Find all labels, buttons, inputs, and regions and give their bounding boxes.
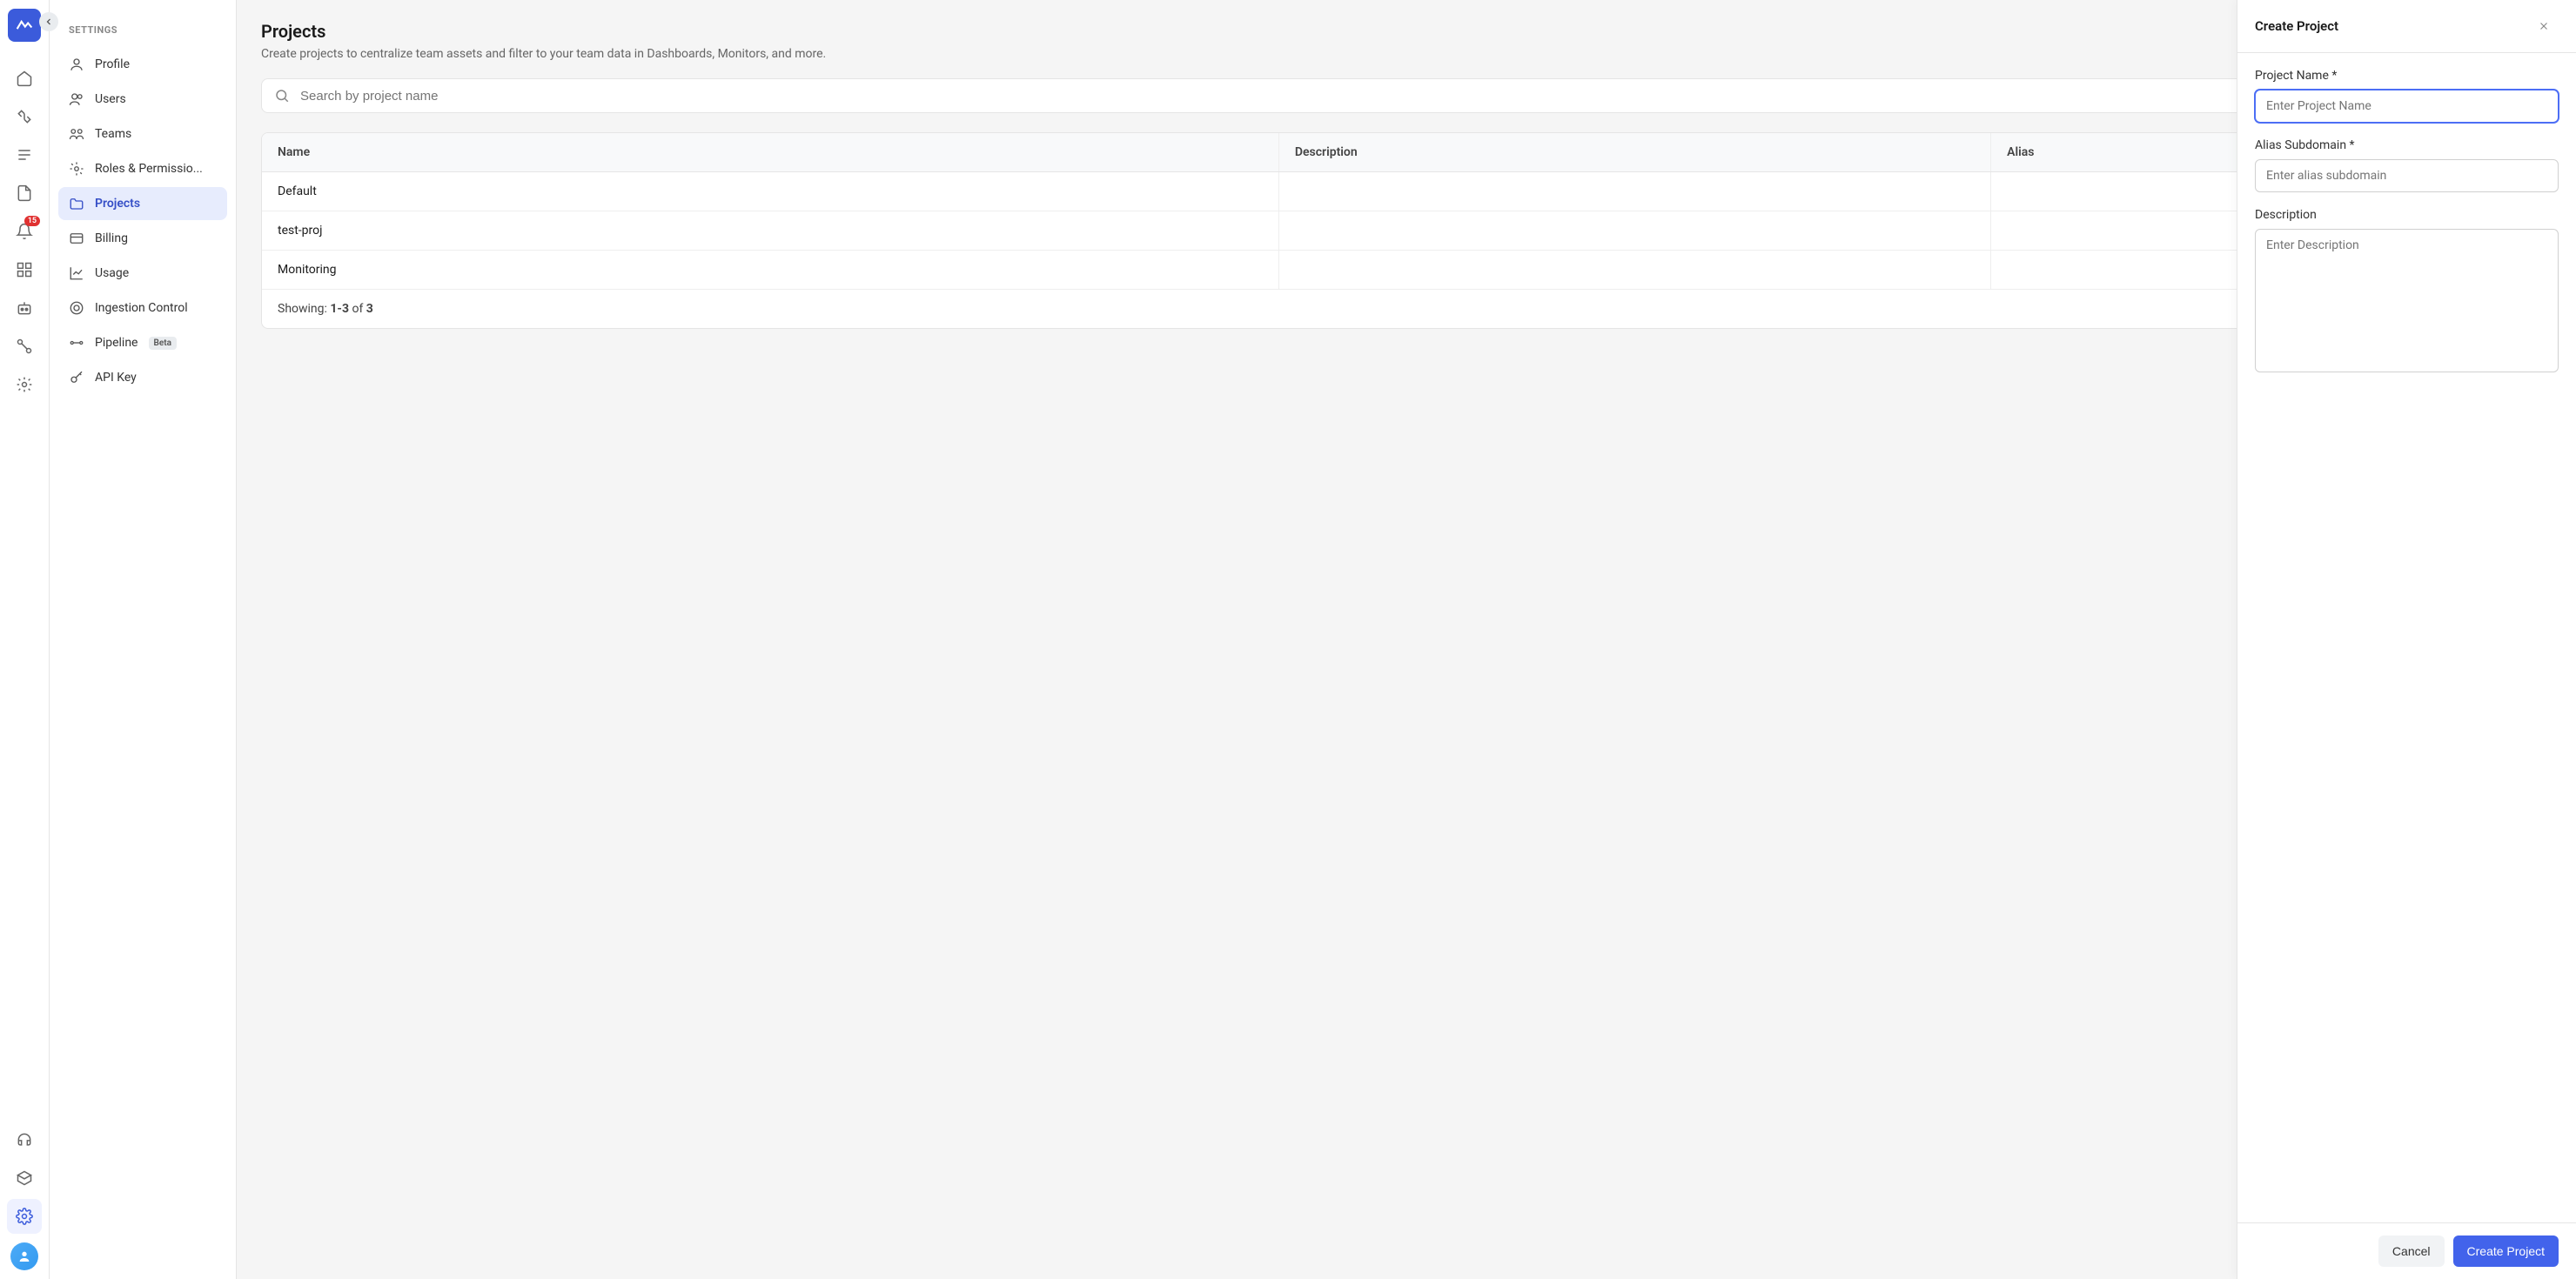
nav-home[interactable]: [7, 61, 42, 96]
cell-name: test-proj: [262, 211, 1279, 250]
folder-icon: [69, 196, 84, 211]
column-description[interactable]: Description: [1279, 133, 1991, 171]
table-row[interactable]: Monitoring: [262, 251, 2551, 290]
nav-config[interactable]: [7, 367, 42, 402]
sidebar-item-users[interactable]: Users: [58, 83, 227, 116]
sidebar-item-profile[interactable]: Profile: [58, 48, 227, 81]
nav-network[interactable]: [7, 329, 42, 364]
sidebar-item-usage[interactable]: Usage: [58, 257, 227, 290]
sidebar-item-label: Roles & Permissio...: [95, 162, 203, 176]
search-bar[interactable]: [261, 78, 2552, 113]
nav-support[interactable]: [7, 1122, 42, 1157]
grid-icon: [16, 261, 33, 278]
drawer-title: Create Project: [2255, 18, 2338, 34]
robot-icon: [16, 299, 33, 317]
project-name-input[interactable]: [2255, 90, 2559, 123]
alerts-badge: 15: [24, 216, 40, 226]
sidebar-item-label: Usage: [95, 266, 129, 280]
settings-sidebar: SETTINGS Profile Users Teams Roles & Per…: [50, 0, 237, 1279]
description-label: Description: [2255, 208, 2559, 222]
cancel-button[interactable]: Cancel: [2378, 1235, 2445, 1267]
box-icon: [16, 1169, 33, 1187]
beta-badge: Beta: [149, 337, 177, 350]
ingestion-icon: [69, 300, 84, 316]
collapse-sidebar-button[interactable]: [39, 12, 58, 31]
nav-apps[interactable]: [7, 252, 42, 287]
table-row[interactable]: Default: [262, 172, 2551, 211]
users-icon: [69, 91, 84, 107]
create-project-drawer: Create Project Project Name * Alias Subd…: [2237, 0, 2576, 1279]
nav-contacts[interactable]: [7, 99, 42, 134]
key-icon: [69, 370, 84, 385]
sidebar-item-label: Ingestion Control: [95, 301, 188, 315]
nav-settings[interactable]: [7, 1199, 42, 1234]
nav-lists[interactable]: [7, 137, 42, 172]
drawer-body: Project Name * Alias Subdomain * Descrip…: [2237, 53, 2576, 1222]
page-subtitle: Create projects to centralize team asset…: [261, 47, 2552, 61]
cell-description: [1279, 172, 1991, 211]
headset-icon: [16, 1131, 33, 1148]
drawer-footer: Cancel Create Project: [2237, 1222, 2576, 1279]
teams-icon: [69, 126, 84, 142]
cell-description: [1279, 251, 1991, 289]
app-logo[interactable]: [8, 9, 41, 42]
drawer-header: Create Project: [2237, 0, 2576, 53]
icon-rail: 15: [0, 0, 50, 1279]
main-content: Projects Create projects to centralize t…: [237, 0, 2576, 1279]
sidebar-item-pipeline[interactable]: Pipeline Beta: [58, 326, 227, 359]
search-input[interactable]: [300, 89, 2539, 104]
table-header: Name Description Alias: [262, 133, 2551, 172]
search-icon: [274, 88, 290, 104]
home-icon: [16, 70, 33, 87]
nav-files[interactable]: [7, 176, 42, 211]
nav-alerts[interactable]: 15: [7, 214, 42, 249]
cog-icon: [16, 376, 33, 393]
column-name[interactable]: Name: [262, 133, 1279, 171]
usage-icon: [69, 265, 84, 281]
nav-bot[interactable]: [7, 291, 42, 325]
sidebar-item-label: Users: [95, 92, 126, 106]
sidebar-item-apikey[interactable]: API Key: [58, 361, 227, 394]
sidebar-item-teams[interactable]: Teams: [58, 117, 227, 151]
sidebar-item-label: API Key: [95, 371, 137, 385]
cell-description: [1279, 211, 1991, 250]
avatar-icon: [17, 1249, 31, 1263]
table-footer: Showing: 1-3 of 3: [262, 290, 2551, 328]
roles-icon: [69, 161, 84, 177]
nav-package[interactable]: [7, 1161, 42, 1195]
profile-icon: [69, 57, 84, 72]
cell-name: Default: [262, 172, 1279, 211]
list-icon: [16, 146, 33, 164]
page-title: Projects: [261, 21, 2552, 42]
close-icon: [2538, 20, 2550, 32]
project-name-label: Project Name *: [2255, 69, 2559, 83]
create-project-button[interactable]: Create Project: [2453, 1235, 2559, 1267]
billing-icon: [69, 231, 84, 246]
alias-input[interactable]: [2255, 159, 2559, 192]
close-button[interactable]: [2538, 16, 2559, 37]
sidebar-item-label: Billing: [95, 231, 128, 245]
sidebar-item-ingestion[interactable]: Ingestion Control: [58, 291, 227, 325]
sidebar-item-roles[interactable]: Roles & Permissio...: [58, 152, 227, 185]
cell-name: Monitoring: [262, 251, 1279, 289]
sidebar-item-billing[interactable]: Billing: [58, 222, 227, 255]
sidebar-item-label: Pipeline: [95, 336, 138, 350]
gear-icon: [16, 1208, 33, 1225]
sidebar-item-label: Teams: [95, 127, 131, 141]
settings-heading: SETTINGS: [58, 24, 227, 48]
alias-label: Alias Subdomain *: [2255, 138, 2559, 152]
sidebar-item-label: Projects: [95, 197, 140, 211]
file-icon: [16, 184, 33, 202]
projects-table: Name Description Alias Default test-proj…: [261, 132, 2552, 329]
sidebar-item-label: Profile: [95, 57, 130, 71]
pipeline-icon: [69, 335, 84, 351]
description-textarea[interactable]: [2255, 229, 2559, 372]
handshake-icon: [16, 108, 33, 125]
network-icon: [16, 338, 33, 355]
table-row[interactable]: test-proj: [262, 211, 2551, 251]
user-avatar[interactable]: [10, 1242, 38, 1270]
sidebar-item-projects[interactable]: Projects: [58, 187, 227, 220]
